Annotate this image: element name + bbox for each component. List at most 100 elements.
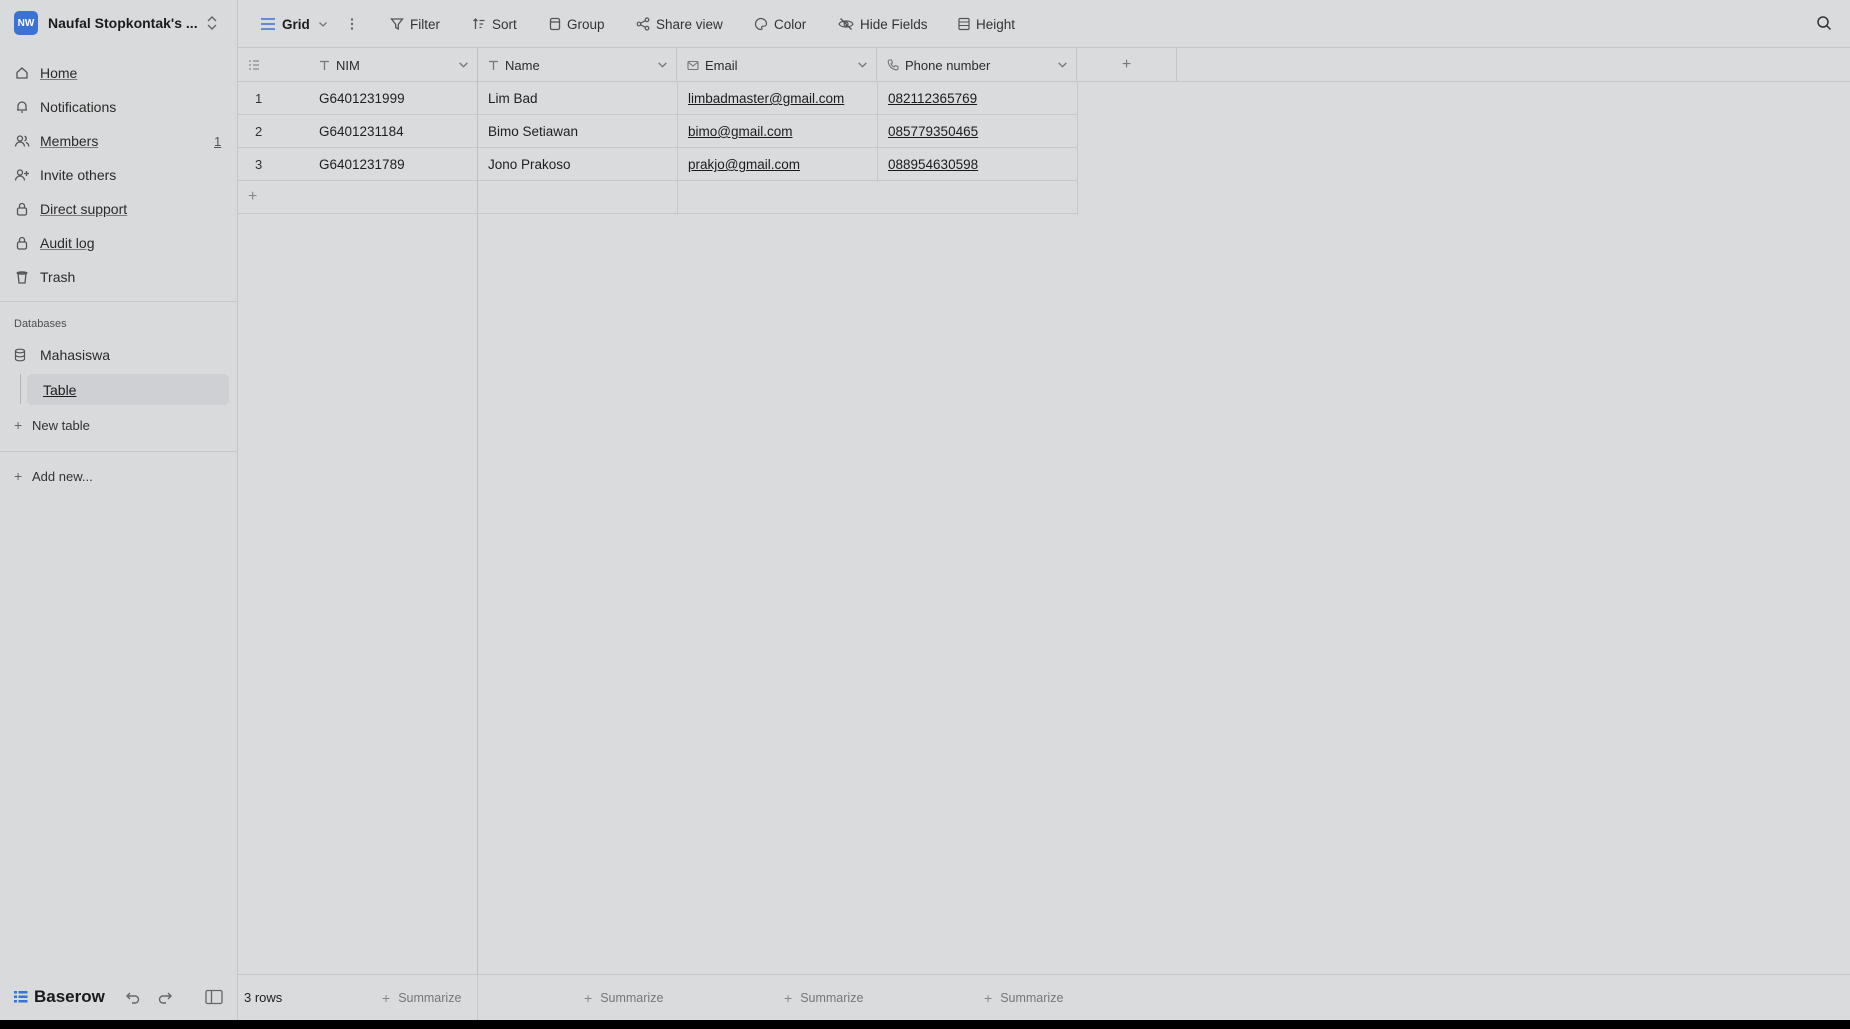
share-view-button[interactable]: Share view — [636, 14, 723, 34]
sort-button[interactable]: Sort — [472, 14, 517, 34]
text-field-icon — [319, 60, 330, 71]
database-mahasiswa[interactable]: Mahasiswa — [14, 344, 110, 366]
baserow-logo[interactable]: Baserow — [14, 987, 105, 1007]
view-selector-button[interactable]: Grid — [260, 14, 328, 34]
chevron-down-icon[interactable] — [458, 59, 469, 70]
column-header-label: Name — [505, 57, 540, 73]
column-header-name[interactable]: Name — [478, 48, 677, 82]
workspace-avatar: NW — [14, 11, 38, 35]
group-label: Group — [567, 16, 605, 32]
new-table-button[interactable]: + New table — [14, 414, 90, 436]
sidebar-item-trash[interactable]: Trash — [0, 260, 238, 294]
cell-nim[interactable]: G6401231184 — [319, 115, 469, 148]
workspace-name: Naufal Stopkontak's ... — [48, 15, 198, 31]
text-field-icon — [488, 60, 499, 71]
view-name: Grid — [282, 16, 310, 32]
cell-phone[interactable]: 088954630598 — [888, 148, 1073, 181]
plus-icon: + — [382, 990, 391, 1006]
filter-icon — [390, 17, 404, 31]
mail-icon — [687, 60, 699, 71]
sidebar-item-table[interactable]: Table — [27, 374, 229, 405]
cell-name[interactable]: Jono Prakoso — [488, 148, 673, 181]
plus-icon: + — [14, 468, 23, 484]
grid-footer: 3 rows + Summarize + Summarize + Summarize … — [238, 974, 1850, 1020]
summarize-label: Summarize — [398, 991, 462, 1005]
add-field-button[interactable]: + — [1077, 48, 1177, 82]
chevron-down-icon[interactable] — [857, 59, 868, 70]
cell-name[interactable]: Lim Bad — [488, 82, 673, 115]
cell-nim[interactable]: G6401231999 — [319, 82, 469, 115]
row-number: 2 — [255, 123, 263, 139]
summarize-button-email[interactable]: + Summarize — [784, 990, 863, 1006]
sidebar-item-home[interactable]: Home — [0, 56, 238, 90]
sidebar-footer: Baserow — [0, 975, 238, 1020]
redo-icon[interactable] — [157, 989, 173, 1005]
add-new-button[interactable]: + Add new... — [14, 465, 93, 487]
column-divider — [477, 975, 478, 1020]
cell-email[interactable]: prakjo@gmail.com — [688, 148, 873, 181]
app-window: NW Naufal Stopkontak's ... Home Notifica… — [0, 0, 1850, 1020]
divider — [0, 301, 238, 302]
sidebar-collapse-icon[interactable] — [205, 989, 223, 1005]
row-height-icon — [958, 17, 970, 31]
view-context-menu-button[interactable] — [350, 14, 354, 34]
more-vertical-icon — [350, 18, 354, 30]
plus-icon: + — [1121, 56, 1132, 73]
sidebar-item-notifications[interactable]: Notifications — [0, 90, 238, 124]
cell-email[interactable]: limbadmaster@gmail.com — [688, 82, 873, 115]
row-identifier-header[interactable] — [238, 48, 298, 82]
summarize-button-nim[interactable]: + Summarize — [382, 990, 461, 1006]
search-icon[interactable] — [1816, 15, 1832, 31]
lock-icon — [14, 235, 30, 251]
hide-fields-button[interactable]: Hide Fields — [838, 14, 928, 34]
summarize-button-name[interactable]: + Summarize — [584, 990, 663, 1006]
sidebar-item-label: Invite others — [40, 167, 117, 183]
column-divider — [877, 82, 878, 182]
sidebar-item-invite[interactable]: Invite others — [0, 158, 238, 192]
members-count-badge: 1 — [214, 133, 222, 149]
color-button[interactable]: Color — [754, 14, 806, 34]
summarize-label: Summarize — [800, 991, 864, 1005]
sidebar-item-label: Trash — [40, 269, 76, 285]
cell-name[interactable]: Bimo Setiawan — [488, 115, 673, 148]
undo-icon[interactable] — [125, 989, 141, 1005]
divider — [0, 451, 238, 452]
column-header-phone[interactable]: Phone number — [877, 48, 1077, 82]
column-header-email[interactable]: Email — [677, 48, 877, 82]
new-table-label: New table — [32, 417, 90, 433]
cell-email[interactable]: bimo@gmail.com — [688, 115, 873, 148]
sidebar-item-label: Notifications — [40, 99, 117, 115]
column-header-nim[interactable]: NIM — [298, 48, 478, 82]
cell-phone[interactable]: 082112365769 — [888, 82, 1073, 115]
add-new-label: Add new... — [32, 468, 93, 484]
column-header-label: NIM — [336, 57, 360, 73]
cell-nim[interactable]: G6401231789 — [319, 148, 469, 181]
home-icon — [14, 65, 30, 81]
users-icon — [14, 133, 30, 149]
summarize-button-phone[interactable]: + Summarize — [984, 990, 1063, 1006]
share-view-label: Share view — [656, 16, 723, 32]
cell-phone[interactable]: 085779350465 — [888, 115, 1073, 148]
row-number: 1 — [255, 90, 263, 106]
lock-icon — [14, 201, 30, 217]
row-count-icon — [249, 60, 259, 70]
table-row[interactable]: 3 G6401231789 Jono Prakoso prakjo@gmail.… — [238, 148, 1077, 181]
chevron-down-icon[interactable] — [657, 59, 668, 70]
row-height-button[interactable]: Height — [958, 14, 1015, 34]
workspace-switcher[interactable]: NW Naufal Stopkontak's ... — [0, 0, 238, 46]
chevron-down-icon[interactable] — [1057, 59, 1068, 70]
view-toolbar: Grid Filter Sort Group Share view Color — [238, 0, 1850, 48]
add-row-button[interactable]: + — [238, 181, 1077, 214]
table-row[interactable]: 1 G6401231999 Lim Bad limbadmaster@gmail… — [238, 82, 1077, 115]
filter-button[interactable]: Filter — [390, 14, 440, 34]
table-row[interactable]: 2 G6401231184 Bimo Setiawan bimo@gmail.c… — [238, 115, 1077, 148]
group-button[interactable]: Group — [549, 14, 605, 34]
column-header-label: Phone number — [905, 57, 991, 73]
databases-section-label: Databases — [14, 318, 67, 330]
sidebar-item-members[interactable]: Members 1 — [0, 124, 238, 158]
sidebar-item-support[interactable]: Direct support — [0, 192, 238, 226]
sidebar-item-audit-log[interactable]: Audit log — [0, 226, 238, 260]
phone-icon — [887, 59, 899, 71]
height-label: Height — [976, 16, 1016, 32]
column-divider — [677, 82, 678, 215]
